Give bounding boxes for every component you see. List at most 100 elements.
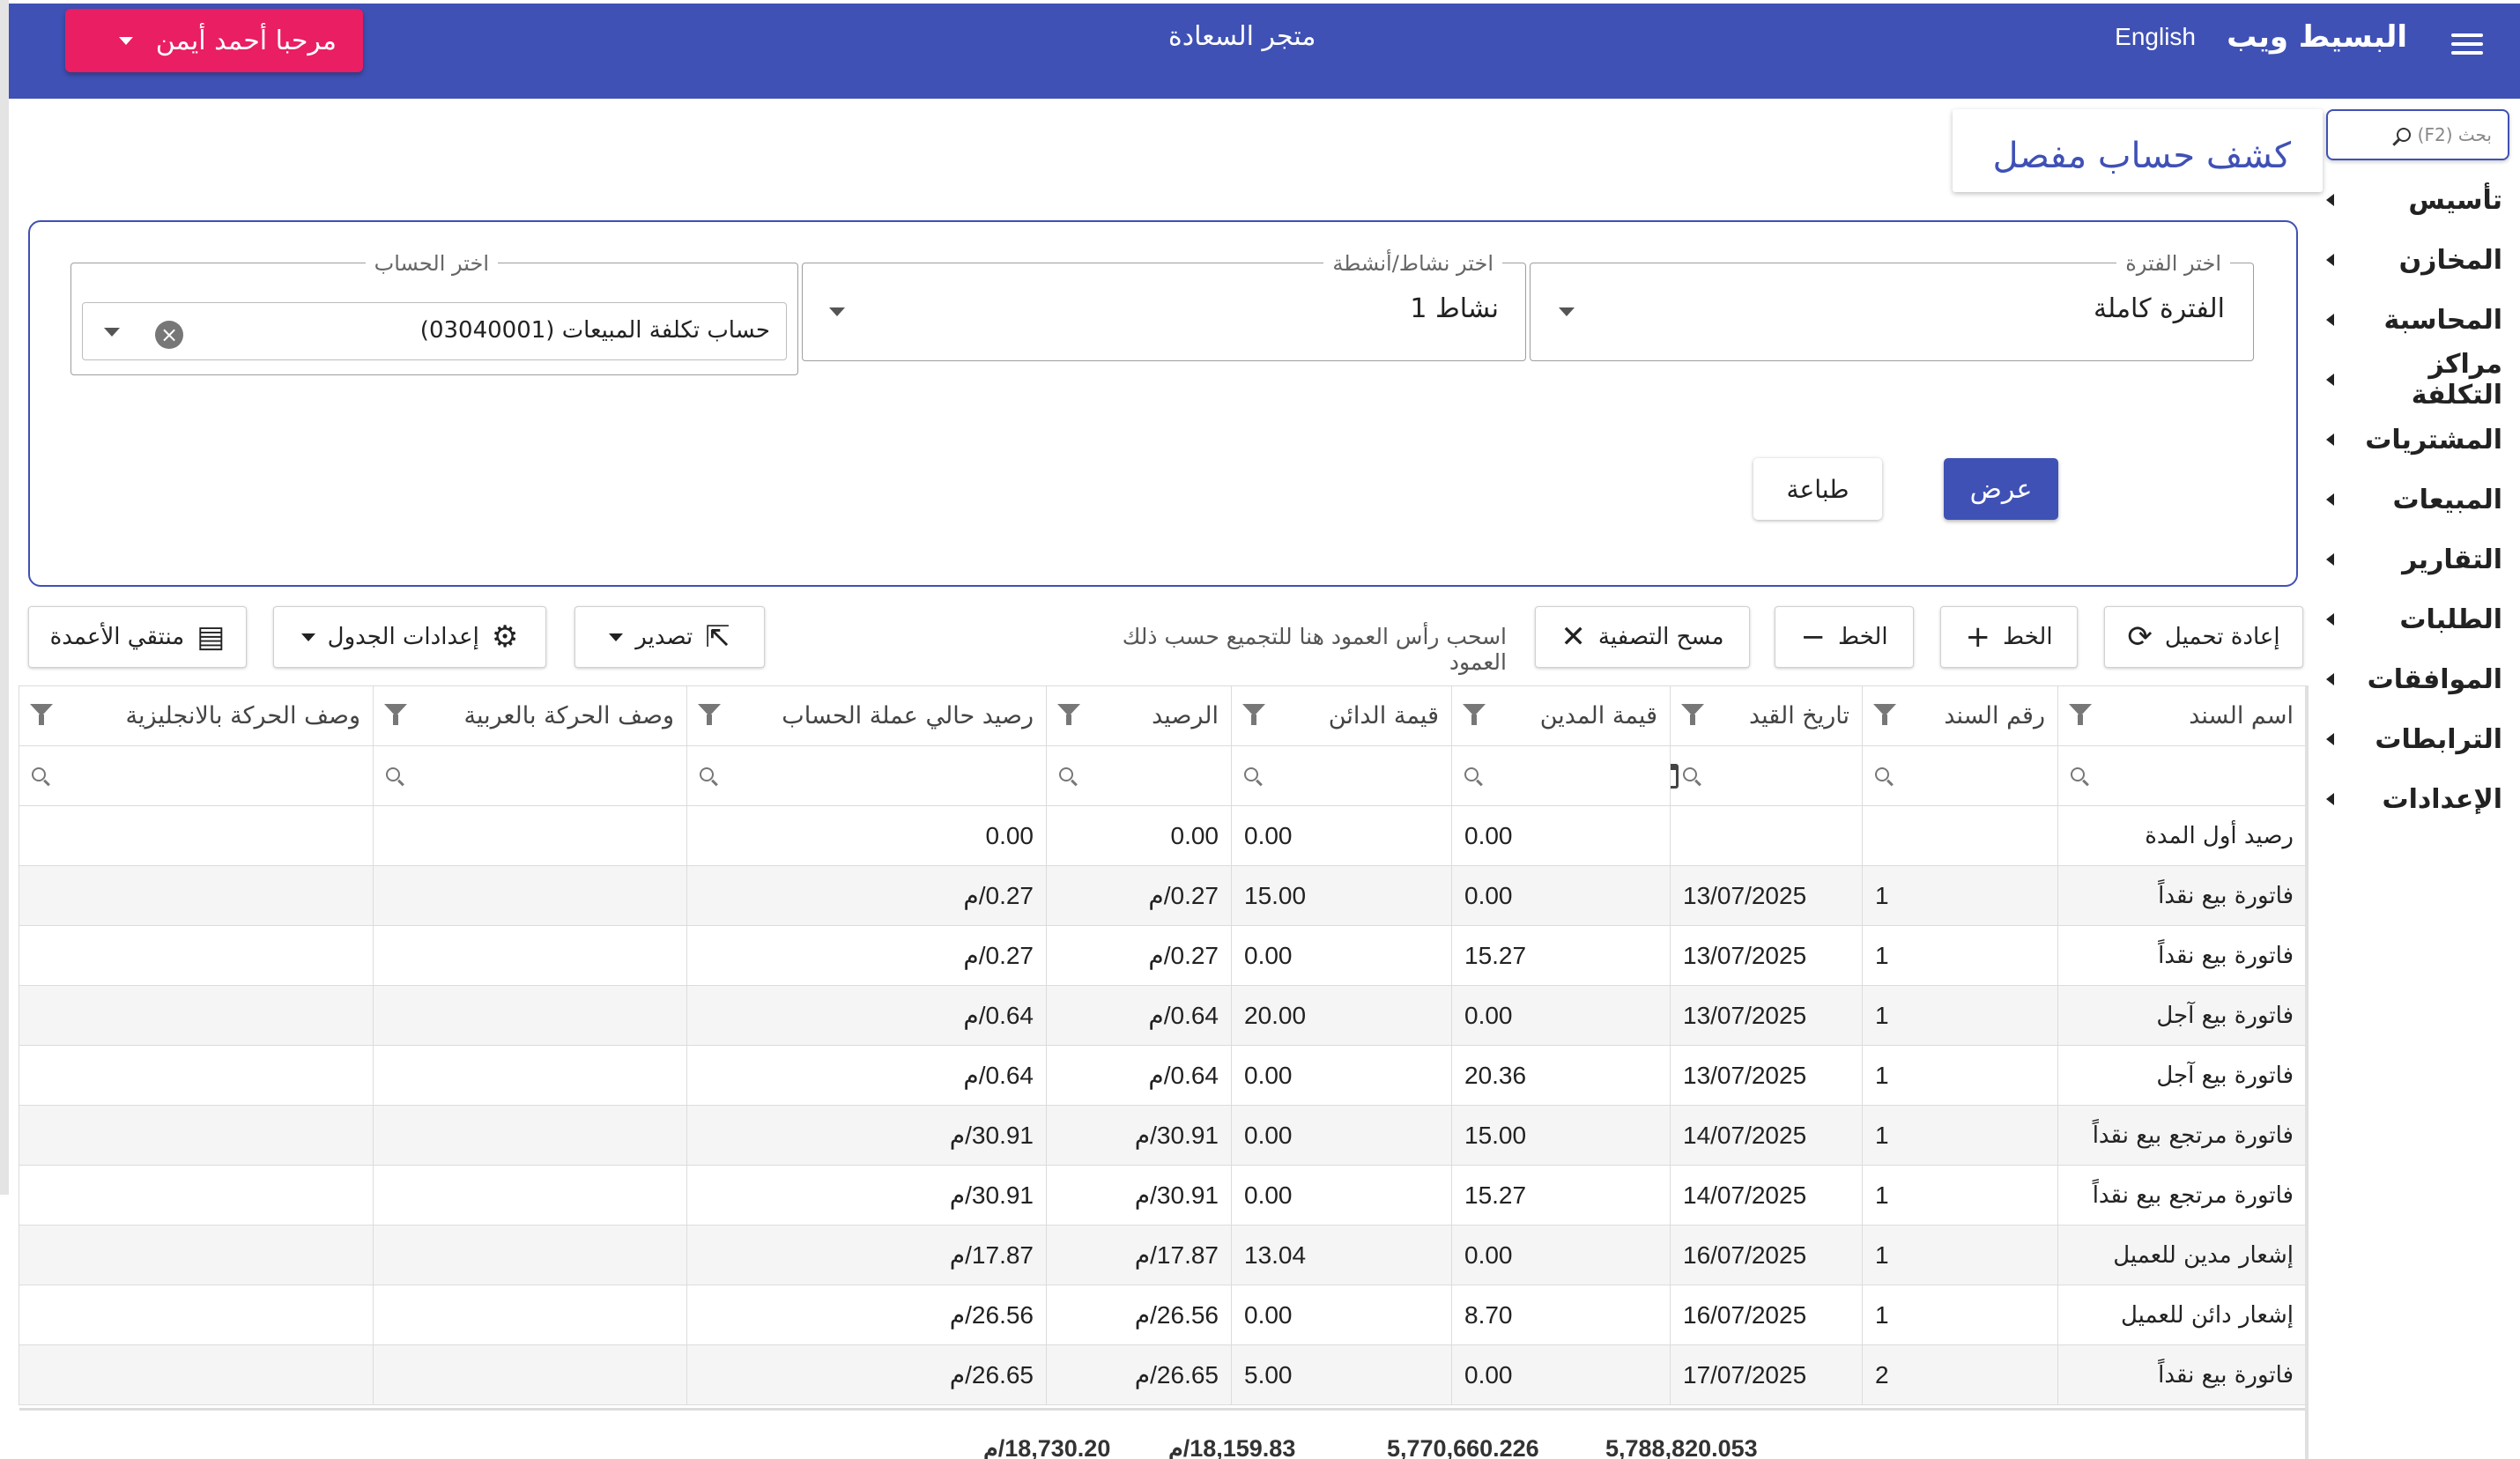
table-row[interactable]: فاتورة بيع نقداً 2 17/07/2025 0.00 5.00 26.65…: [19, 1344, 2307, 1405]
column-chooser-button[interactable]: ▤ منتقي الأعمدة: [28, 606, 247, 668]
table-cell: 13/07/2025: [1670, 985, 1863, 1046]
table-cell: 15.27: [1451, 925, 1671, 986]
account-select[interactable]: اختر الحساب حساب تكلفة المبيعات (0304000…: [70, 251, 798, 375]
export-button[interactable]: ⇱ تصدير: [574, 606, 765, 668]
clear-filter-button[interactable]: مسح التصفية ✕: [1535, 606, 1750, 668]
data-grid: اسم السند رقم السند تاريخ القيد قيمة الم…: [19, 685, 2307, 1405]
column-header-doc-number[interactable]: رقم السند: [1862, 685, 2058, 746]
filter-cell[interactable]: [2057, 745, 2307, 806]
filter-icon[interactable]: [698, 704, 721, 725]
page-title-card: كشف حساب مفصل: [1953, 109, 2323, 192]
filter-icon[interactable]: [30, 704, 53, 725]
sidebar-item-settings[interactable]: الإعدادات: [2326, 777, 2502, 821]
sidebar-item-links[interactable]: الترابطات: [2326, 717, 2502, 761]
sidebar-item-warehouses[interactable]: المخازن: [2326, 238, 2502, 282]
caret-left-icon: [2326, 433, 2334, 446]
filter-icon[interactable]: [1681, 704, 1704, 725]
column-header-doc-name[interactable]: اسم السند: [2057, 685, 2307, 746]
search-icon: [2071, 767, 2085, 781]
calendar-icon[interactable]: [1671, 764, 1679, 789]
grid-scrollbar[interactable]: [2305, 685, 2309, 1459]
filter-cell[interactable]: [686, 745, 1047, 806]
table-cell: 2: [1862, 1344, 2058, 1405]
table-row[interactable]: فاتورة بيع آجل 1 13/07/2025 20.36 0.00 0.64/م…: [19, 1045, 2307, 1106]
filter-cell[interactable]: [1862, 745, 2058, 806]
table-cell: [373, 805, 687, 866]
account-input[interactable]: حساب تكلفة المبيعات (03040001) ×: [82, 302, 787, 360]
app-brand[interactable]: البسيط ويب: [2227, 19, 2407, 55]
filter-icon[interactable]: [1873, 704, 1896, 725]
group-by-drop-zone[interactable]: اسحب رأس العمود هنا للتجميع حسب ذلك العم…: [1066, 624, 1507, 675]
column-chooser-label: منتقي الأعمدة: [49, 624, 185, 650]
chevron-down-icon[interactable]: [829, 307, 845, 316]
table-row[interactable]: فاتورة بيع نقداً 1 13/07/2025 0.00 15.00 0.27…: [19, 865, 2307, 926]
column-header-credit[interactable]: قيمة الدائن: [1231, 685, 1452, 746]
add-line-button[interactable]: الخط +: [1940, 606, 2078, 668]
filter-icon[interactable]: [384, 704, 407, 725]
table-cell: [373, 865, 687, 926]
caret-left-icon: [2326, 493, 2334, 506]
table-row[interactable]: رصيد أول المدة 0.00 0.00 0.00 0.00: [19, 805, 2307, 866]
filter-cell[interactable]: [1451, 745, 1671, 806]
table-row[interactable]: إشعار مدين للعميل 1 16/07/2025 0.00 13.04 17.…: [19, 1225, 2307, 1285]
filter-cell[interactable]: [1046, 745, 1232, 806]
sidebar-search-input[interactable]: بحث (F2): [2326, 109, 2509, 160]
table-cell: 1: [1862, 1225, 2058, 1285]
table-row[interactable]: فاتورة بيع نقداً 1 13/07/2025 15.27 0.00 0.27…: [19, 925, 2307, 986]
column-header-current-balance[interactable]: رصيد حالي عملة الحساب: [686, 685, 1047, 746]
sidebar-item-approvals[interactable]: الموافقات: [2326, 657, 2502, 701]
sidebar: بحث (F2) تأسيس المخازن المحاسبة مراكز ال…: [2321, 99, 2520, 1459]
table-cell: 1: [1862, 985, 2058, 1046]
filter-icon[interactable]: [2069, 704, 2092, 725]
table-cell: 0.27/م: [686, 925, 1047, 986]
table-cell: 0.64/م: [1046, 1045, 1232, 1106]
period-select[interactable]: اختر الفترة الفترة كاملة: [1530, 251, 2254, 361]
table-cell: 1: [1862, 1285, 2058, 1345]
sidebar-item-orders[interactable]: الطلبات: [2326, 597, 2502, 641]
reload-button[interactable]: إعادة تحميل ⟳: [2104, 606, 2303, 668]
table-row[interactable]: فاتورة مرتجع بيع نقداً 1 14/07/2025 15.27 0.…: [19, 1165, 2307, 1226]
column-header-desc-ar[interactable]: وصف الحركة بالعربية: [373, 685, 687, 746]
filter-cell[interactable]: [1670, 745, 1863, 806]
table-cell: رصيد أول المدة: [2057, 805, 2307, 866]
clear-icon[interactable]: ×: [155, 321, 183, 349]
filter-cell[interactable]: [19, 745, 374, 806]
filter-cell[interactable]: [373, 745, 687, 806]
table-cell: 17/07/2025: [1670, 1344, 1863, 1405]
chevron-down-icon: [300, 633, 315, 641]
sidebar-item-purchases[interactable]: المشتريات: [2326, 418, 2502, 462]
filter-icon[interactable]: [1057, 704, 1080, 725]
chevron-down-icon[interactable]: [1559, 307, 1575, 316]
column-header-entry-date[interactable]: تاريخ القيد: [1670, 685, 1863, 746]
table-row[interactable]: فاتورة بيع آجل 1 13/07/2025 0.00 20.00 0.64/م…: [19, 985, 2307, 1046]
sidebar-item-cost-centers[interactable]: مراكز التكلفة: [2326, 349, 2502, 411]
sidebar-item-sales[interactable]: المبيعات: [2326, 478, 2502, 522]
table-settings-button[interactable]: ⚙ إعدادات الجدول: [273, 606, 546, 668]
table-cell: 0.00: [1046, 805, 1232, 866]
table-cell: 0.00: [1231, 805, 1452, 866]
column-header-debit[interactable]: قيمة المدين: [1451, 685, 1671, 746]
sidebar-item-setup[interactable]: تأسيس: [2326, 178, 2502, 222]
print-button[interactable]: طباعة: [1753, 458, 1882, 520]
table-cell: فاتورة مرتجع بيع نقداً: [2057, 1165, 2307, 1226]
filter-icon[interactable]: [1463, 704, 1486, 725]
hamburger-icon[interactable]: [2450, 28, 2485, 60]
column-header-desc-en[interactable]: وصف الحركة بالانجليزية: [19, 685, 374, 746]
language-switch[interactable]: English: [2115, 23, 2196, 51]
filter-cell[interactable]: [1231, 745, 1452, 806]
table-cell: [19, 1285, 374, 1345]
filter-icon[interactable]: [1242, 704, 1265, 725]
sidebar-item-reports[interactable]: التقارير: [2326, 537, 2502, 581]
table-cell: 15.00: [1231, 865, 1452, 926]
activity-select[interactable]: اختر نشاط/أنشطة نشاط 1: [802, 251, 1526, 361]
column-header-balance[interactable]: الرصيد: [1046, 685, 1232, 746]
show-button[interactable]: عرض: [1944, 458, 2058, 520]
remove-line-button[interactable]: الخط −: [1775, 606, 1914, 668]
table-row[interactable]: إشعار دائن للعميل 1 16/07/2025 8.70 0.00 26.5…: [19, 1285, 2307, 1345]
user-menu-button[interactable]: مرحبا أحمد أيمن: [65, 9, 363, 72]
caret-left-icon: [2326, 374, 2334, 386]
chevron-down-icon[interactable]: [104, 328, 120, 337]
sidebar-item-accounting[interactable]: المحاسبة: [2326, 298, 2502, 342]
table-cell: 0.00: [1231, 1285, 1452, 1345]
table-row[interactable]: فاتورة مرتجع بيع نقداً 1 14/07/2025 15.00 0.…: [19, 1105, 2307, 1166]
